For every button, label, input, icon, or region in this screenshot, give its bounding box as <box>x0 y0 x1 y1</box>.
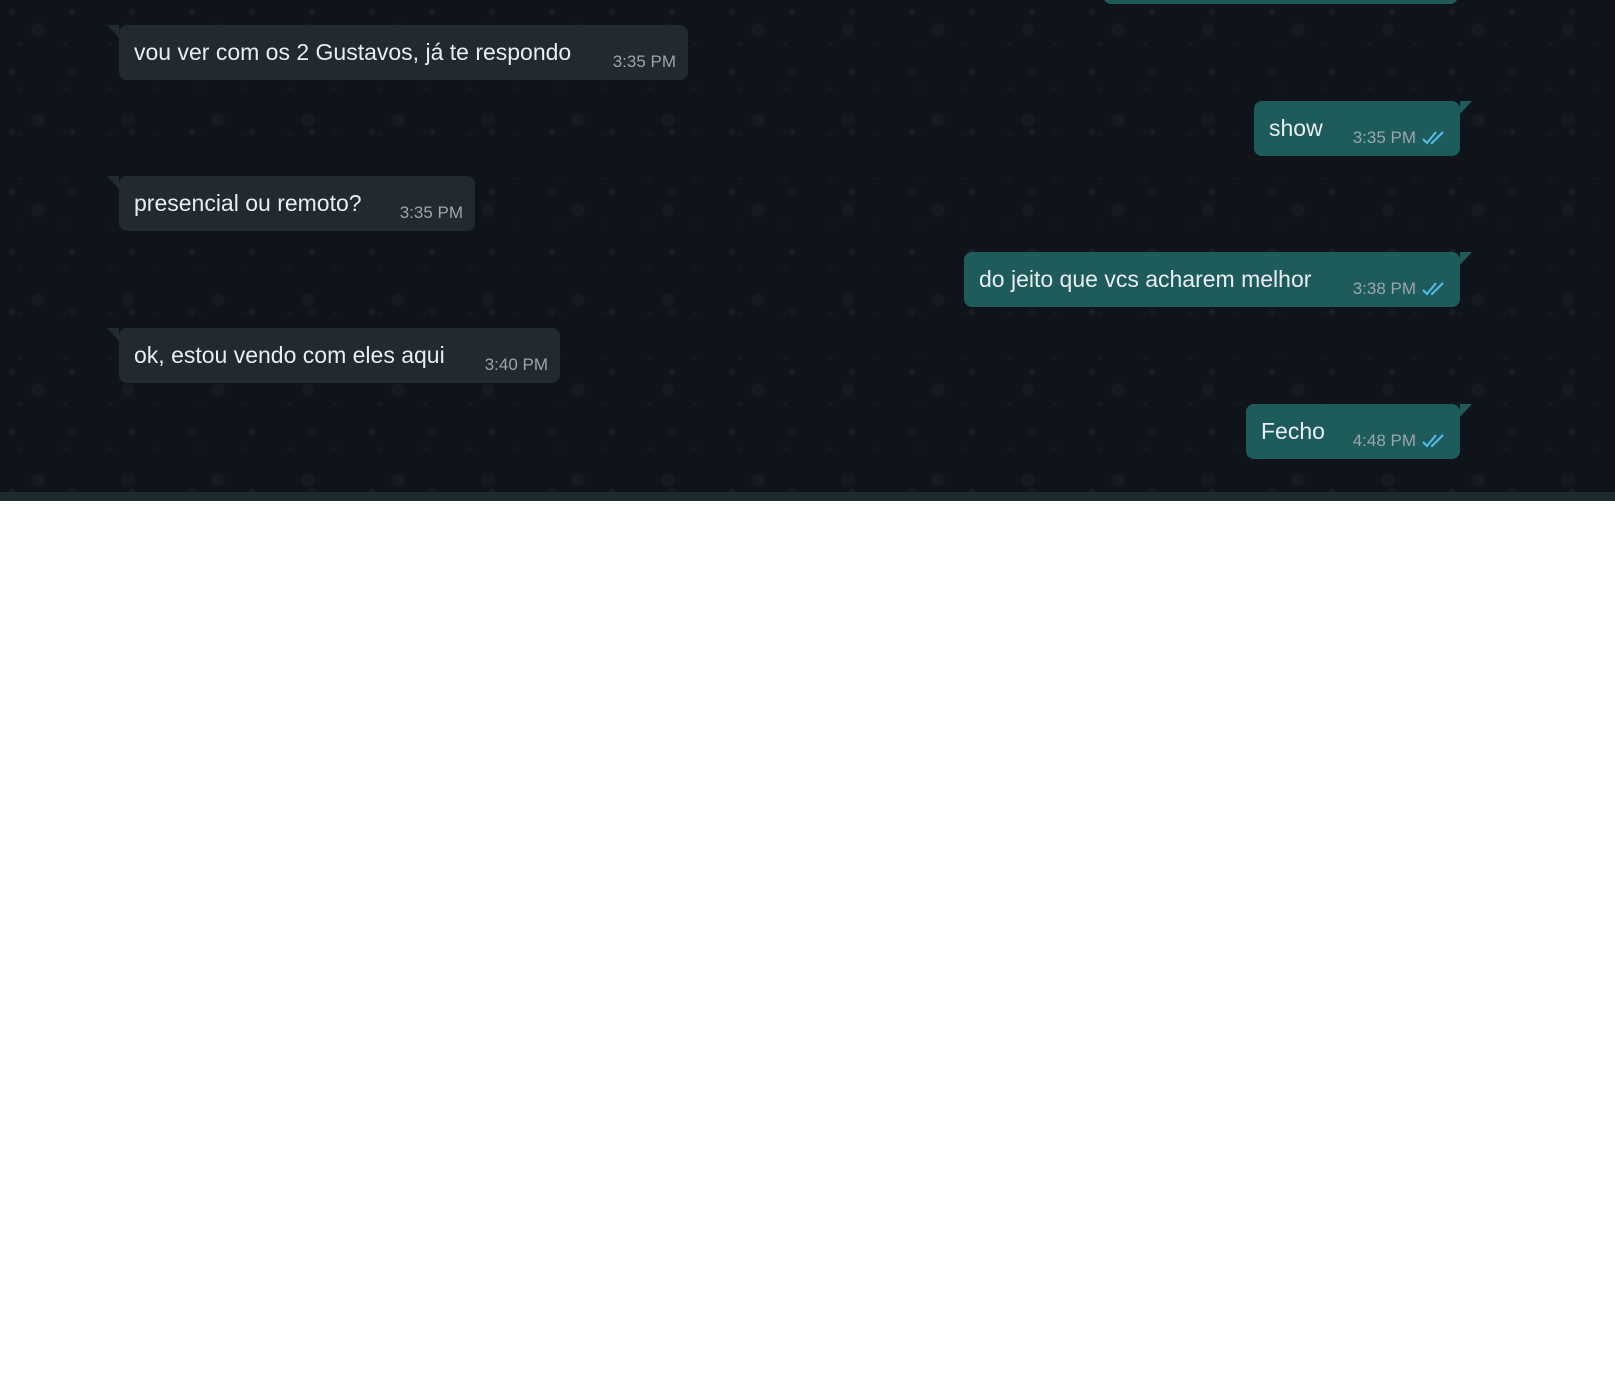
message-text: Fecho <box>1261 418 1325 444</box>
chat-message-pane[interactable]: vou ver com os 2 Gustavos, já te respond… <box>0 0 1615 492</box>
message-incoming[interactable]: ok, estou vendo com eles aqui 3:40 PM <box>107 328 560 383</box>
message-text: presencial ou remoto? <box>134 190 362 216</box>
message-text: do jeito que vcs acharem melhor <box>979 266 1312 292</box>
message-text: ok, estou vendo com eles aqui <box>134 342 445 368</box>
double-check-icon <box>1422 434 1444 448</box>
chat-pane-bottom-border <box>0 492 1615 501</box>
partial-outgoing-message <box>1103 0 1458 4</box>
double-check-icon <box>1422 131 1444 145</box>
message-time: 3:35 PM <box>399 203 463 222</box>
message-time: 3:40 PM <box>484 355 548 374</box>
message-time: 4:48 PM <box>1352 431 1416 450</box>
message-time: 3:35 PM <box>1352 128 1416 147</box>
message-incoming[interactable]: presencial ou remoto? 3:35 PM <box>107 176 475 231</box>
message-time: 3:35 PM <box>612 52 676 71</box>
message-text: show <box>1269 115 1323 141</box>
message-incoming[interactable]: vou ver com os 2 Gustavos, já te respond… <box>107 25 688 80</box>
message-outgoing[interactable]: do jeito que vcs acharem melhor 3:38 PM <box>964 252 1472 307</box>
message-text: vou ver com os 2 Gustavos, já te respond… <box>134 39 572 65</box>
double-check-icon <box>1422 282 1444 296</box>
message-outgoing[interactable]: show 3:35 PM <box>1254 101 1472 156</box>
message-outgoing[interactable]: Fecho 4:48 PM <box>1246 404 1472 459</box>
message-time: 3:38 PM <box>1352 279 1416 298</box>
